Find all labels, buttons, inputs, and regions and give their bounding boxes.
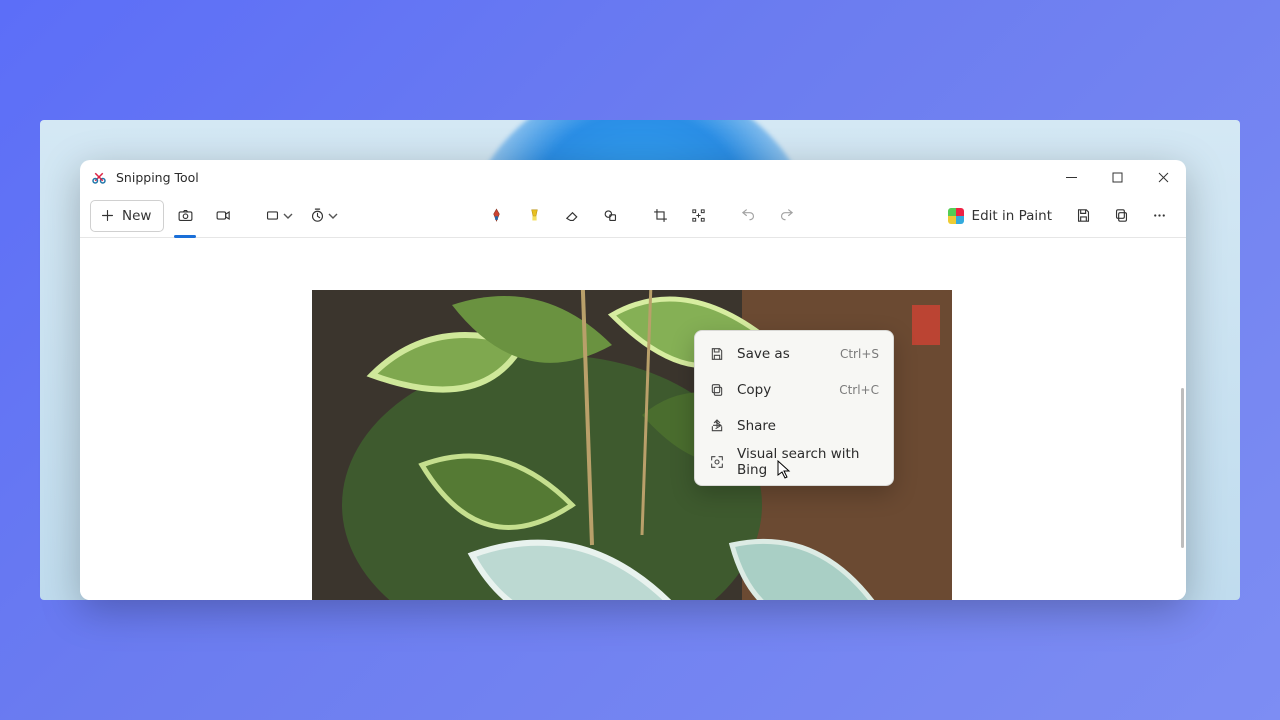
ctx-label: Copy	[737, 382, 827, 398]
redo-icon	[778, 207, 795, 224]
ctx-label: Visual search with Bing	[737, 446, 867, 478]
more-icon	[1151, 207, 1168, 224]
scrollbar[interactable]	[1181, 388, 1184, 548]
chevron-down-icon	[283, 211, 293, 221]
context-menu: Save as Ctrl+S Copy Ctrl+C Share Visual …	[694, 330, 894, 486]
ctx-save-as[interactable]: Save as Ctrl+S	[695, 336, 893, 372]
plus-icon	[99, 207, 116, 224]
copy-icon	[709, 382, 725, 398]
delay-button[interactable]	[303, 200, 344, 232]
new-button-label: New	[122, 208, 151, 224]
snip-shape-button[interactable]	[258, 200, 299, 232]
title-bar[interactable]: Snipping Tool	[80, 160, 1186, 194]
shapes-icon	[602, 207, 619, 224]
copy-icon	[1113, 207, 1130, 224]
ctx-shortcut: Ctrl+S	[840, 347, 879, 361]
ctx-visual-search[interactable]: Visual search with Bing	[695, 444, 893, 480]
highlighter-icon	[526, 207, 543, 224]
undo-icon	[740, 207, 757, 224]
visual-search-icon	[709, 454, 725, 470]
chevron-down-icon	[328, 211, 338, 221]
crop-icon	[652, 207, 669, 224]
ctx-share[interactable]: Share	[695, 408, 893, 444]
rectangle-icon	[264, 207, 281, 224]
shapes-button[interactable]	[593, 200, 627, 232]
edit-in-paint-button[interactable]: Edit in Paint	[938, 200, 1062, 232]
share-icon	[709, 418, 725, 434]
snipping-tool-window: Snipping Tool New	[80, 160, 1186, 600]
crop-button[interactable]	[643, 200, 677, 232]
paint-icon	[948, 208, 964, 224]
more-button[interactable]	[1142, 200, 1176, 232]
minimize-button[interactable]	[1048, 160, 1094, 194]
close-button[interactable]	[1140, 160, 1186, 194]
edit-in-paint-label: Edit in Paint	[972, 208, 1052, 224]
ctx-shortcut: Ctrl+C	[839, 383, 879, 397]
canvas-area[interactable]: Save as Ctrl+S Copy Ctrl+C Share Visual …	[80, 238, 1186, 600]
new-button[interactable]: New	[90, 200, 164, 232]
pen-button[interactable]	[479, 200, 513, 232]
copy-button[interactable]	[1104, 200, 1138, 232]
window-title: Snipping Tool	[116, 170, 199, 185]
save-icon	[709, 346, 725, 362]
ctx-copy[interactable]: Copy Ctrl+C	[695, 372, 893, 408]
timer-icon	[309, 207, 326, 224]
app-icon	[90, 168, 108, 186]
snip-mode-button[interactable]	[168, 200, 202, 232]
redo-button[interactable]	[769, 200, 803, 232]
eraser-icon	[564, 207, 581, 224]
toolbar: New	[80, 194, 1186, 238]
save-button[interactable]	[1066, 200, 1100, 232]
save-icon	[1075, 207, 1092, 224]
ctx-label: Save as	[737, 346, 828, 362]
pen-icon	[488, 207, 505, 224]
highlighter-button[interactable]	[517, 200, 551, 232]
camera-icon	[177, 207, 194, 224]
ctx-label: Share	[737, 418, 867, 434]
record-mode-button[interactable]	[206, 200, 240, 232]
undo-button[interactable]	[731, 200, 765, 232]
text-actions-button[interactable]	[681, 200, 715, 232]
maximize-button[interactable]	[1094, 160, 1140, 194]
eraser-button[interactable]	[555, 200, 589, 232]
text-extract-icon	[690, 207, 707, 224]
video-icon	[215, 207, 232, 224]
